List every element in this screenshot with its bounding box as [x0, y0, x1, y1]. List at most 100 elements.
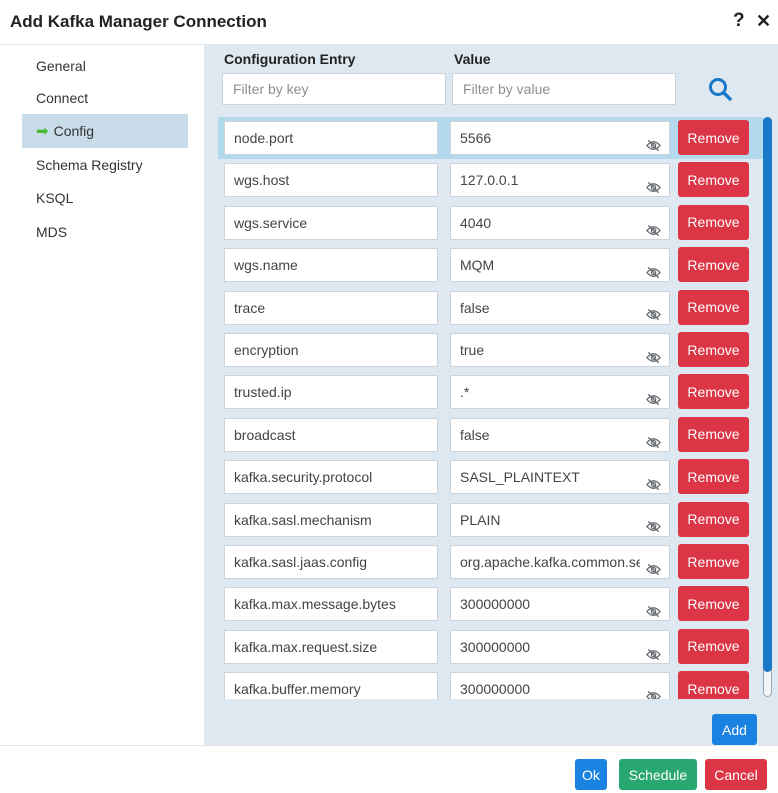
eye-slash-icon[interactable] — [646, 131, 661, 152]
eye-slash-icon[interactable] — [646, 258, 661, 279]
remove-button[interactable]: Remove — [678, 289, 749, 325]
remove-button[interactable]: Remove — [678, 374, 749, 410]
config-value-field[interactable]: false — [450, 290, 670, 325]
table-row: kafka.max.message.bytes 300000000 Remove — [218, 583, 763, 625]
eye-slash-icon[interactable] — [646, 343, 661, 364]
config-key-field[interactable]: wgs.name — [224, 248, 438, 283]
config-value-text: 300000000 — [460, 596, 531, 613]
sidebar-item-schema-registry[interactable]: Schema Registry — [22, 148, 188, 182]
config-key-field[interactable]: trace — [224, 290, 438, 325]
table-row: kafka.sasl.jaas.config org.apache.kafka.c… — [218, 541, 763, 583]
config-value-text: 5566 — [460, 130, 492, 146]
config-value-field[interactable]: 300000000 — [450, 587, 670, 622]
dialog: Add Kafka Manager Connection ? ✕ General… — [0, 0, 778, 793]
config-value-field[interactable]: .* — [450, 375, 670, 410]
config-value-field[interactable]: true — [450, 333, 670, 367]
sidebar-item-label: Connect — [36, 90, 89, 106]
remove-button[interactable]: Remove — [678, 501, 749, 537]
config-key-field[interactable]: broadcast — [224, 417, 438, 452]
remove-button[interactable]: Remove — [678, 120, 749, 155]
eye-slash-icon[interactable] — [646, 640, 661, 660]
config-value-field[interactable]: 5566 — [450, 121, 670, 155]
table-row: kafka.buffer.memory 300000000 Remove — [218, 668, 763, 699]
search-icon[interactable] — [707, 76, 733, 102]
config-value-field[interactable]: org.apache.kafka.common.se — [450, 545, 670, 579]
filter-key-input[interactable] — [222, 73, 446, 105]
config-value-field[interactable]: 127.0.0.1 — [450, 163, 670, 198]
scrollbar[interactable] — [763, 117, 772, 697]
footer: Ok Schedule Cancel — [0, 745, 778, 793]
config-key-field[interactable]: kafka.security.protocol — [224, 460, 438, 495]
sidebar-item-config[interactable]: ➡ Config — [22, 114, 188, 148]
config-value-field[interactable]: 300000000 — [450, 629, 670, 664]
sidebar-item-ksql[interactable]: KSQL — [22, 181, 188, 215]
config-value-text: true — [460, 342, 485, 358]
config-value-field[interactable]: 300000000 — [450, 672, 670, 699]
sidebar-item-label: Config — [53, 123, 95, 139]
eye-slash-icon[interactable] — [646, 597, 661, 618]
eye-slash-icon[interactable] — [646, 470, 661, 491]
sidebar-item-label: MDS — [36, 224, 68, 240]
sidebar-item-general[interactable]: General — [22, 49, 188, 83]
config-key-field[interactable]: wgs.service — [224, 205, 438, 240]
table-row: wgs.name MQM Remove — [218, 244, 763, 286]
config-value-field[interactable]: SASL_PLAINTEXT — [450, 460, 670, 495]
eye-slash-icon[interactable] — [646, 301, 661, 321]
config-value-text: .* — [460, 384, 470, 401]
scrollbar-thumb[interactable] — [763, 117, 772, 672]
config-value-text: 300000000 — [460, 681, 531, 698]
config-key-field[interactable]: encryption — [224, 333, 438, 367]
config-value-text: org.apache.kafka.common.se — [460, 554, 640, 570]
remove-button[interactable]: Remove — [678, 162, 749, 198]
sidebar-item-label: General — [36, 58, 86, 74]
eye-slash-icon[interactable] — [646, 513, 661, 533]
config-key-field[interactable]: kafka.sasl.mechanism — [224, 502, 438, 537]
cancel-button[interactable]: Cancel — [705, 759, 767, 790]
table-row: kafka.max.request.size 300000000 Remove — [218, 626, 763, 668]
config-value-text: false — [460, 299, 490, 316]
filter-value-input[interactable] — [452, 73, 676, 105]
key-column-header: Configuration Entry — [224, 51, 356, 67]
config-value-text: 127.0.0.1 — [460, 172, 519, 189]
eye-slash-icon[interactable] — [646, 428, 661, 448]
remove-button[interactable]: Remove — [678, 247, 749, 283]
sidebar-item-mds[interactable]: MDS — [22, 215, 188, 249]
config-value-text: 4040 — [460, 214, 492, 231]
eye-slash-icon[interactable] — [646, 385, 661, 406]
remove-button[interactable]: Remove — [678, 332, 749, 367]
config-value-field[interactable]: MQM — [450, 248, 670, 283]
config-value-field[interactable]: 4040 — [450, 205, 670, 240]
config-value-text: 300000000 — [460, 638, 531, 655]
config-key-field[interactable]: kafka.buffer.memory — [224, 672, 438, 699]
config-key-field[interactable]: node.port — [224, 121, 438, 155]
table-row: wgs.service 4040 Remove — [218, 202, 763, 244]
config-value-field[interactable]: PLAIN — [450, 502, 670, 537]
eye-slash-icon[interactable] — [646, 216, 661, 236]
config-key-field[interactable]: kafka.max.request.size — [224, 629, 438, 664]
config-key-field[interactable]: wgs.host — [224, 163, 438, 198]
remove-button[interactable]: Remove — [678, 459, 749, 495]
eye-slash-icon[interactable] — [646, 555, 661, 576]
remove-button[interactable]: Remove — [678, 544, 749, 579]
config-value-field[interactable]: false — [450, 417, 670, 452]
remove-button[interactable]: Remove — [678, 204, 749, 240]
dialog-title: Add Kafka Manager Connection — [10, 12, 267, 31]
config-key-field[interactable]: trusted.ip — [224, 375, 438, 410]
schedule-button[interactable]: Schedule — [619, 759, 697, 790]
question-icon[interactable]: ? — [733, 10, 745, 32]
config-key-field[interactable]: kafka.max.message.bytes — [224, 587, 438, 622]
config-value-text: PLAIN — [460, 511, 501, 528]
eye-slash-icon[interactable] — [646, 682, 661, 699]
config-key-field[interactable]: kafka.sasl.jaas.config — [224, 545, 438, 579]
add-button[interactable]: Add — [712, 714, 757, 745]
close-icon[interactable]: ✕ — [756, 11, 771, 32]
remove-button[interactable]: Remove — [678, 416, 749, 452]
eye-slash-icon[interactable] — [646, 173, 661, 194]
ok-button[interactable]: Ok — [575, 759, 607, 790]
remove-button[interactable]: Remove — [678, 671, 749, 699]
remove-button[interactable]: Remove — [678, 628, 749, 664]
remove-button[interactable]: Remove — [678, 586, 749, 622]
sidebar-item-connect[interactable]: Connect — [22, 81, 188, 115]
title-bar: Add Kafka Manager Connection ? ✕ — [0, 0, 778, 45]
table-row: encryption true Remove — [218, 329, 763, 371]
